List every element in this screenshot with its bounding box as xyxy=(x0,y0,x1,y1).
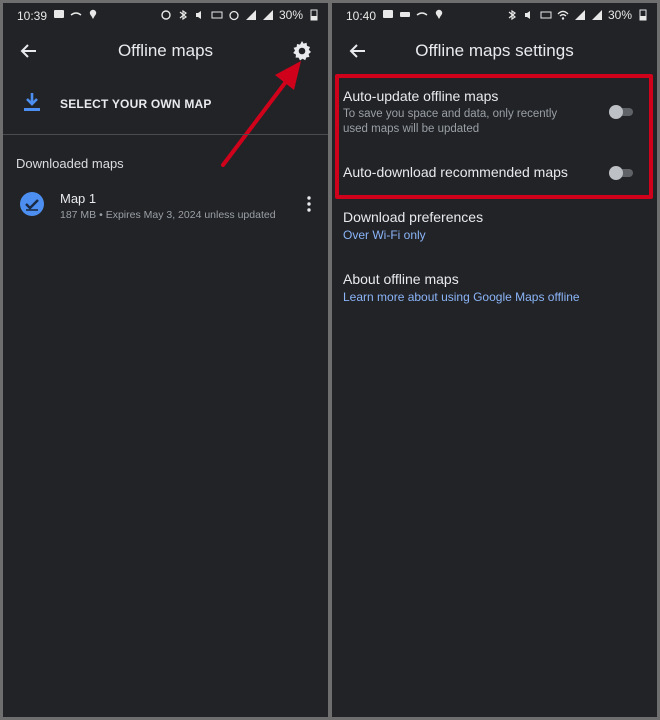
app-bar: Offline maps settings xyxy=(332,33,657,73)
notification-app-icon xyxy=(383,10,393,18)
toggle-thumb xyxy=(609,166,623,180)
system-icons: 30% xyxy=(506,8,649,22)
page-title: Offline maps settings xyxy=(415,41,574,60)
notification-wave-icon xyxy=(416,12,428,16)
mute-icon xyxy=(195,11,201,19)
select-own-map-label: SELECT YOUR OWN MAP xyxy=(60,97,212,111)
toggle-thumb xyxy=(609,105,623,119)
wifi-icon xyxy=(557,10,569,20)
download-icon xyxy=(24,93,40,111)
bluetooth-icon xyxy=(179,9,187,21)
signal-2-icon xyxy=(262,10,273,20)
offline-maps-settings-screen: 10:40 30% Offline maps settings Auto-upd… xyxy=(332,3,657,717)
download-preferences-value: Over Wi-Fi only xyxy=(343,228,426,242)
status-bar: 10:40 30% xyxy=(332,3,657,29)
battery-percent: 30% xyxy=(607,8,632,22)
map-list-item[interactable]: Map 1 187 MB • Expires May 3, 2024 unles… xyxy=(3,187,328,227)
select-own-map-button[interactable]: SELECT YOUR OWN MAP xyxy=(3,89,328,123)
battery-icon xyxy=(310,9,318,21)
map-details: 187 MB • Expires May 3, 2024 unless upda… xyxy=(60,209,276,221)
volte-icon xyxy=(211,11,223,19)
location-status-icon xyxy=(161,10,171,20)
about-offline-maps-setting[interactable]: About offline maps Learn more about usin… xyxy=(343,271,643,304)
system-icons: 30% xyxy=(160,8,320,22)
downloaded-maps-header: Downloaded maps xyxy=(16,156,124,171)
auto-download-toggle[interactable] xyxy=(609,166,635,180)
signal-icon xyxy=(245,10,256,20)
divider xyxy=(3,134,328,135)
auto-update-toggle[interactable] xyxy=(609,105,635,119)
auto-update-title: Auto-update offline maps xyxy=(343,88,499,104)
alarm-icon xyxy=(229,10,239,21)
more-vert-icon[interactable] xyxy=(302,195,316,213)
signal-icon xyxy=(574,10,585,20)
location-icon xyxy=(89,9,97,19)
battery-percent: 30% xyxy=(278,8,303,22)
notification-icons xyxy=(53,8,99,20)
status-time: 10:39 xyxy=(17,9,48,23)
auto-download-title: Auto-download recommended maps xyxy=(343,164,568,180)
download-preferences-title: Download preferences xyxy=(343,209,484,225)
mute-icon xyxy=(524,11,530,19)
notification-app-icon xyxy=(54,10,64,18)
download-preferences-setting[interactable]: Download preferences Over Wi-Fi only xyxy=(343,209,643,242)
signal-2-icon xyxy=(591,10,602,20)
auto-download-setting[interactable]: Auto-download recommended maps xyxy=(343,164,643,180)
about-offline-maps-title: About offline maps xyxy=(343,271,459,287)
notification-car-icon xyxy=(400,12,410,17)
notification-wave-icon xyxy=(70,12,82,16)
status-time: 10:40 xyxy=(346,9,377,23)
map-name: Map 1 xyxy=(60,191,97,206)
offline-maps-screen: 10:39 30% Offline maps SELECT YOUR OWN M… xyxy=(3,3,328,717)
notification-icons xyxy=(382,8,445,20)
status-bar: 10:39 30% xyxy=(3,3,328,29)
auto-update-description: To save you space and data, only recentl… xyxy=(343,108,558,135)
battery-icon xyxy=(639,9,647,21)
bluetooth-icon xyxy=(508,9,516,21)
about-offline-maps-link[interactable]: Learn more about using Google Maps offli… xyxy=(343,290,643,304)
location-icon xyxy=(435,9,443,19)
auto-update-setting[interactable]: Auto-update offline maps To save you spa… xyxy=(343,88,643,137)
volte-icon xyxy=(540,11,552,19)
check-circle-icon xyxy=(20,192,44,216)
